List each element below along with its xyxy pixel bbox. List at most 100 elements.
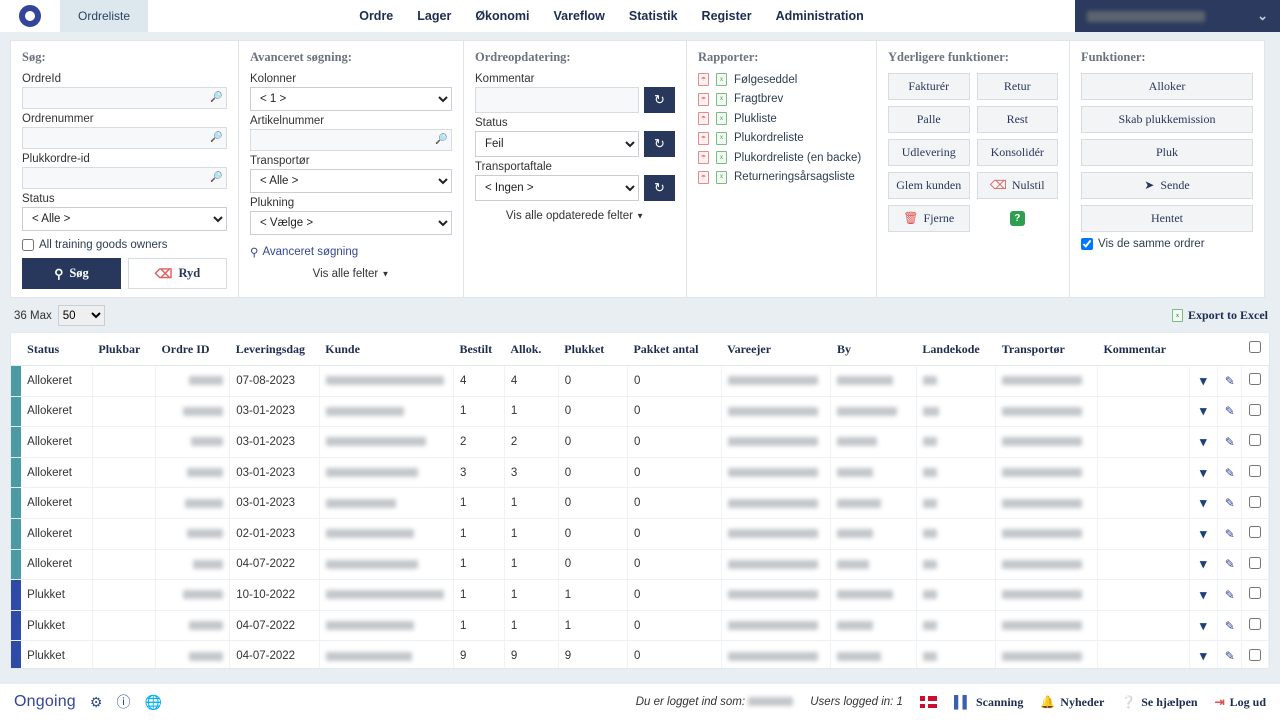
- transport-agreement-refresh-button[interactable]: ↻: [644, 175, 675, 201]
- row-edit-button[interactable]: ✎: [1217, 487, 1243, 519]
- col-leveringsdag[interactable]: Leveringsdag: [229, 333, 320, 366]
- row-expand-button[interactable]: ▾: [1189, 426, 1219, 458]
- list-item[interactable]: ☂ x Plukordreliste (en backe): [698, 151, 865, 164]
- help-link[interactable]: ❔ Se hjælpen: [1121, 695, 1197, 710]
- row-expand-button[interactable]: ▾: [1189, 579, 1219, 611]
- row-expand-button[interactable]: ▾: [1189, 518, 1219, 550]
- show-all-updated-fields-toggle[interactable]: Vis alle opdaterede felter ▼: [475, 210, 675, 222]
- row-select-cell[interactable]: [1241, 365, 1269, 397]
- excel-icon[interactable]: x: [716, 112, 727, 125]
- row-checkbox[interactable]: [1249, 587, 1262, 600]
- excel-icon[interactable]: x: [716, 92, 727, 106]
- table-row[interactable]: Allokeret 03-01-2023 2 2 0 0 ▾ ✎: [11, 426, 1269, 458]
- col-status[interactable]: Status: [21, 333, 93, 366]
- col-pakket-antal[interactable]: Pakket antal: [627, 333, 722, 366]
- excel-icon[interactable]: x: [716, 73, 727, 86]
- pick-button[interactable]: Pluk: [1081, 139, 1253, 166]
- gear-icon[interactable]: ⚙: [90, 694, 103, 711]
- row-expand-button[interactable]: ▾: [1189, 610, 1219, 642]
- scanning-link[interactable]: ▌▌ Scanning: [954, 695, 1023, 710]
- row-select-cell[interactable]: [1241, 457, 1269, 489]
- row-checkbox[interactable]: [1249, 618, 1262, 631]
- danish-flag-icon[interactable]: [919, 696, 937, 708]
- invoice-button[interactable]: Fakturér: [888, 73, 970, 100]
- article-number-input[interactable]: [250, 129, 452, 151]
- row-edit-button[interactable]: ✎: [1217, 640, 1243, 668]
- pallet-button[interactable]: Palle: [888, 106, 970, 133]
- search-status-select[interactable]: < Alle >: [22, 207, 227, 231]
- nav-item-ordre[interactable]: Ordre: [359, 9, 393, 23]
- picking-select[interactable]: < Vælge >: [250, 211, 452, 235]
- news-link[interactable]: 🔔 Nyheder: [1040, 695, 1104, 710]
- comment-input[interactable]: [475, 87, 639, 113]
- transport-agreement-select[interactable]: < Ingen >: [475, 175, 639, 201]
- nav-item-vareflow[interactable]: Vareflow: [553, 9, 604, 23]
- col-plukket[interactable]: Plukket: [558, 333, 628, 366]
- table-row[interactable]: Allokeret 03-01-2023 1 1 0 0 ▾ ✎: [11, 396, 1269, 428]
- col-ordre-id[interactable]: Ordre ID: [155, 333, 230, 366]
- col-kommentar[interactable]: Kommentar: [1097, 333, 1190, 366]
- row-expand-button[interactable]: ▾: [1189, 457, 1219, 489]
- nav-item-register[interactable]: Register: [702, 9, 752, 23]
- fetched-button[interactable]: Hentet: [1081, 205, 1253, 232]
- col-by[interactable]: By: [830, 333, 917, 366]
- col-landekode[interactable]: Landekode: [916, 333, 996, 366]
- pdf-icon[interactable]: ☂: [698, 112, 709, 125]
- order-id-input[interactable]: [22, 87, 227, 109]
- pdf-icon[interactable]: ☂: [698, 73, 709, 86]
- nav-item-lager[interactable]: Lager: [417, 9, 451, 23]
- advanced-search-link[interactable]: ⚲ Avanceret søgning: [250, 245, 452, 259]
- comment-refresh-button[interactable]: ↻: [644, 87, 675, 113]
- col-allok[interactable]: Allok.: [504, 333, 559, 366]
- tab-ordreliste[interactable]: Ordreliste: [60, 0, 149, 32]
- table-row[interactable]: Allokeret 04-07-2022 1 1 0 0 ▾ ✎: [11, 549, 1269, 581]
- row-expand-button[interactable]: ▾: [1189, 365, 1219, 397]
- row-checkbox[interactable]: [1249, 495, 1262, 508]
- order-number-input[interactable]: [22, 127, 227, 149]
- row-select-cell[interactable]: [1241, 518, 1269, 550]
- training-goods-owners-checkbox[interactable]: [22, 239, 34, 251]
- info-icon[interactable]: ⓘ: [116, 692, 130, 712]
- show-same-orders-row[interactable]: Vis de samme ordrer: [1081, 238, 1253, 250]
- training-goods-owners-row[interactable]: All training goods owners: [22, 239, 227, 251]
- row-checkbox[interactable]: [1249, 403, 1262, 416]
- app-logo[interactable]: [0, 0, 60, 32]
- table-row[interactable]: Plukket 04-07-2022 1 1 1 0 ▾ ✎: [11, 610, 1269, 642]
- carrier-select[interactable]: < Alle >: [250, 169, 452, 193]
- status-refresh-button[interactable]: ↻: [644, 131, 675, 157]
- help-icon[interactable]: ?: [1009, 211, 1025, 226]
- update-status-select[interactable]: Feil: [475, 131, 639, 157]
- pdf-icon[interactable]: ☂: [698, 170, 709, 184]
- row-edit-button[interactable]: ✎: [1217, 518, 1243, 550]
- list-item[interactable]: ☂ x Fragtbrev: [698, 92, 865, 106]
- row-edit-button[interactable]: ✎: [1217, 610, 1243, 642]
- delivery-button[interactable]: Udlevering: [888, 139, 970, 166]
- table-row[interactable]: Allokeret 07-08-2023 4 4 0 0 ▾ ✎: [11, 365, 1269, 397]
- row-checkbox[interactable]: [1249, 434, 1262, 447]
- excel-icon[interactable]: x: [716, 131, 727, 145]
- user-menu[interactable]: ⌄: [1075, 0, 1280, 32]
- pdf-icon[interactable]: ☂: [698, 92, 709, 106]
- page-size-select[interactable]: 50: [57, 305, 105, 326]
- forget-customer-button[interactable]: Glem kunden: [888, 172, 970, 199]
- row-edit-button[interactable]: ✎: [1217, 457, 1243, 489]
- send-button[interactable]: ➤ Sende: [1081, 172, 1253, 199]
- list-item[interactable]: ☂ x Følgeseddel: [698, 73, 865, 86]
- row-select-cell[interactable]: [1241, 640, 1269, 668]
- list-item[interactable]: ☂ x Plukliste: [698, 112, 865, 125]
- clear-button[interactable]: ⌫ Ryd: [128, 258, 227, 289]
- row-checkbox[interactable]: [1249, 526, 1262, 539]
- row-select-cell[interactable]: [1241, 610, 1269, 642]
- excel-icon[interactable]: x: [716, 151, 727, 164]
- row-expand-button[interactable]: ▾: [1189, 487, 1219, 519]
- show-all-fields-toggle[interactable]: Vis alle felter ▼: [250, 268, 452, 280]
- table-row[interactable]: Allokeret 03-01-2023 3 3 0 0 ▾ ✎: [11, 457, 1269, 489]
- row-expand-button[interactable]: ▾: [1189, 640, 1219, 668]
- row-checkbox[interactable]: [1249, 556, 1262, 569]
- return-button[interactable]: Retur: [976, 73, 1058, 100]
- reset-button[interactable]: ⌫ Nulstil: [976, 172, 1058, 199]
- pick-order-id-input[interactable]: [22, 167, 227, 189]
- row-edit-button[interactable]: ✎: [1217, 365, 1243, 397]
- row-select-cell[interactable]: [1241, 396, 1269, 428]
- remove-button[interactable]: 🗑 Fjerne: [888, 205, 970, 232]
